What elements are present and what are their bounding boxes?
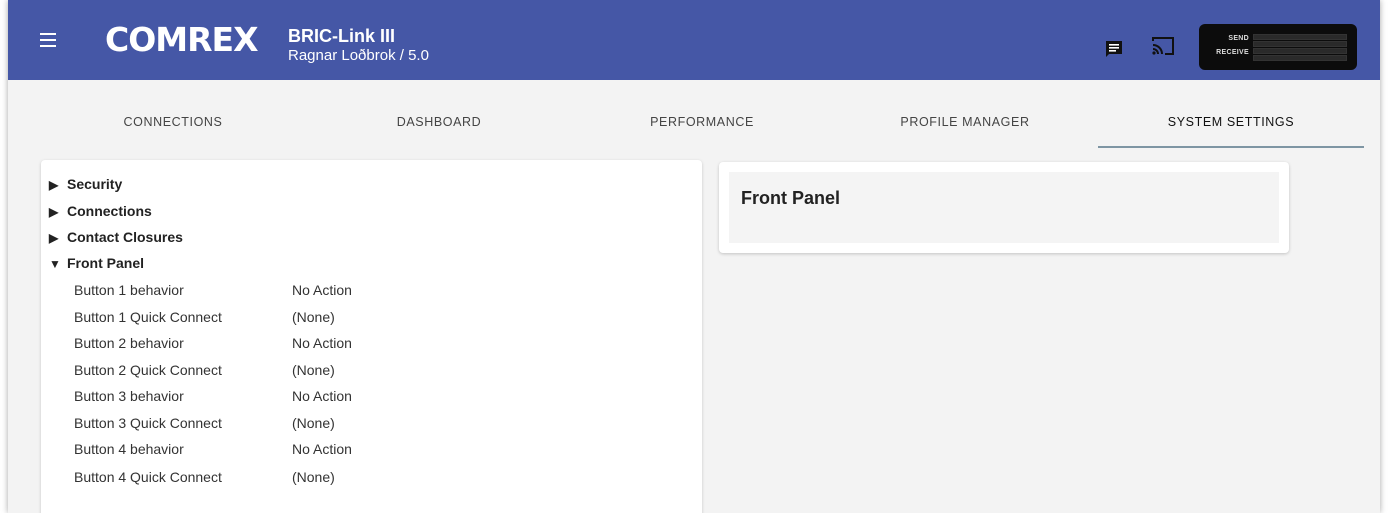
tab-profile-manager[interactable]: PROFILE MANAGER [832, 80, 1098, 146]
detail-panel-header: Front Panel [729, 172, 1279, 243]
tab-performance[interactable]: PERFORMANCE [569, 80, 835, 146]
tree-node-front-panel[interactable]: ▼ Front Panel [49, 255, 144, 272]
tree-node-connections[interactable]: ▶ Connections [49, 203, 152, 220]
send-label: SEND [1228, 35, 1249, 42]
setting-value-button1-behavior[interactable]: No Action [292, 282, 352, 298]
setting-value-button4-behavior[interactable]: No Action [292, 441, 352, 457]
setting-label-button2-behavior: Button 2 behavior [74, 335, 184, 351]
expand-arrow-icon: ▶ [49, 178, 59, 192]
setting-label-button2-quick-connect: Button 2 Quick Connect [74, 362, 222, 378]
setting-label-button4-quick-connect: Button 4 Quick Connect [74, 469, 222, 485]
send-meter-bar [1253, 34, 1347, 40]
setting-value-button4-quick-connect[interactable]: (None) [292, 469, 335, 485]
receive-meter-bar [1253, 48, 1347, 54]
detail-panel: Front Panel [719, 162, 1289, 253]
collapse-arrow-icon: ▼ [49, 257, 61, 271]
active-tab-indicator [1098, 146, 1364, 148]
tab-connections[interactable]: CONNECTIONS [40, 80, 306, 146]
expand-arrow-icon: ▶ [49, 205, 59, 219]
setting-value-button2-behavior[interactable]: No Action [292, 335, 352, 351]
setting-label-button1-quick-connect: Button 1 Quick Connect [74, 309, 222, 325]
tree-node-label: Connections [67, 203, 152, 219]
tree-node-contact-closures[interactable]: ▶ Contact Closures [49, 229, 183, 246]
comrex-logo: COMREX [105, 20, 259, 59]
tree-node-label: Contact Closures [67, 229, 183, 245]
receive-label: RECEIVE [1216, 49, 1249, 56]
device-title: BRIC-Link III [288, 26, 395, 46]
tab-system-settings[interactable]: SYSTEM SETTINGS [1098, 80, 1364, 146]
send-meter-bar-secondary [1253, 41, 1347, 47]
detail-panel-title: Front Panel [741, 188, 841, 208]
cast-icon[interactable] [1151, 36, 1175, 56]
tree-node-label: Security [67, 176, 123, 192]
setting-value-button1-quick-connect[interactable]: (None) [292, 309, 335, 325]
setting-value-button2-quick-connect[interactable]: (None) [292, 362, 335, 378]
device-subtitle: Ragnar Loðbrok / 5.0 [288, 47, 429, 64]
setting-value-button3-quick-connect[interactable]: (None) [292, 415, 335, 431]
main-tabs: CONNECTIONS DASHBOARD PERFORMANCE PROFIL… [8, 80, 1380, 148]
setting-label-button3-behavior: Button 3 behavior [74, 388, 184, 404]
tab-dashboard[interactable]: DASHBOARD [306, 80, 572, 146]
setting-label-button1-behavior: Button 1 behavior [74, 282, 184, 298]
chat-icon[interactable] [1105, 40, 1123, 58]
app-window: COMREX BRIC-Link III Ragnar Loðbrok / 5.… [8, 0, 1380, 513]
setting-label-button3-quick-connect: Button 3 Quick Connect [74, 415, 222, 431]
tree-node-label: Front Panel [67, 255, 145, 271]
menu-icon[interactable] [40, 33, 56, 47]
receive-meter-bar-secondary [1253, 55, 1347, 61]
tree-node-security[interactable]: ▶ Security [49, 176, 122, 193]
settings-tree-panel: ▶ Security ▶ Connections ▶ Contact Closures… [41, 160, 702, 513]
app-header: COMREX BRIC-Link III Ragnar Loðbrok / 5.… [8, 0, 1380, 80]
setting-value-button3-behavior[interactable]: No Action [292, 388, 352, 404]
setting-label-button4-behavior: Button 4 behavior [74, 441, 184, 457]
expand-arrow-icon: ▶ [49, 231, 59, 245]
audio-level-meter: SEND RECEIVE [1199, 24, 1357, 70]
